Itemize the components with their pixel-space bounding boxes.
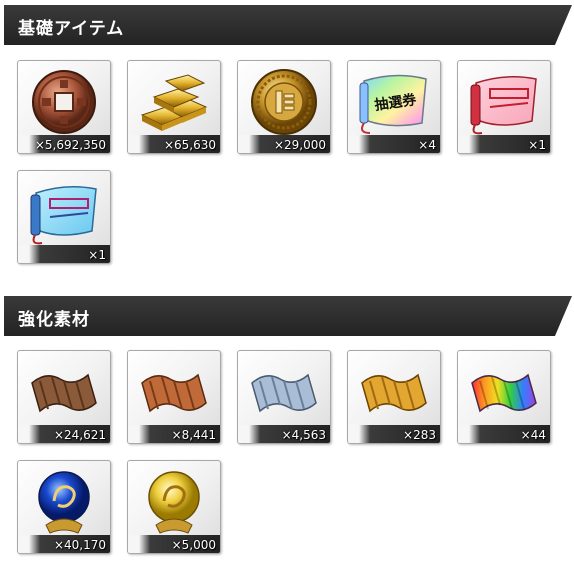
item-tile-rainbow-cloth[interactable]: ×44 — [457, 350, 551, 444]
item-quantity: ×24,621 — [53, 428, 106, 442]
item-quantity: ×5,692,350 — [34, 138, 106, 152]
item-quantity: ×5,000 — [171, 538, 216, 552]
item-tile-brown-cloth[interactable]: ×24,621 — [17, 350, 111, 444]
item-tile-gold-orb[interactable]: ×5,000 — [127, 460, 221, 554]
item-tile-coin[interactable]: ×5,692,350 — [17, 60, 111, 154]
section-title: 基礎アイテム — [18, 19, 125, 39]
gold-medal-icon — [251, 69, 317, 135]
red-scroll-icon — [470, 76, 537, 135]
item-quantity: ×4 — [418, 138, 436, 152]
item-quantity: ×65,630 — [163, 138, 216, 152]
item-quantity: ×4,563 — [281, 428, 326, 442]
item-tile-medal[interactable]: ×29,000 — [237, 60, 331, 154]
section-header-basic-items: 基礎アイテム — [4, 5, 572, 45]
item-tile-blue-orb[interactable]: ×40,170 — [17, 460, 111, 554]
item-tile-silver-cloth[interactable]: ×4,563 — [237, 350, 331, 444]
gold-bars-icon — [140, 74, 208, 131]
item-quantity: ×44 — [520, 428, 546, 442]
item-tile-copper-cloth[interactable]: ×8,441 — [127, 350, 221, 444]
item-tile-blue-scroll[interactable]: ×1 — [17, 170, 111, 264]
rainbow-cloth-icon — [471, 373, 537, 413]
item-tile-gold-cloth[interactable]: ×283 — [347, 350, 441, 444]
gold-dragon-orb-icon — [148, 471, 200, 534]
item-quantity: ×8,441 — [171, 428, 216, 442]
copper-cloth-icon — [141, 373, 207, 413]
section-header-enhancement-materials: 強化素材 — [4, 296, 572, 336]
bronze-coin-icon — [32, 70, 96, 134]
item-quantity: ×1 — [88, 248, 106, 262]
item-tile-lottery-ticket[interactable]: 抽選券 ×4 — [347, 60, 441, 154]
silver-cloth-icon — [251, 373, 317, 413]
item-quantity: ×283 — [403, 428, 436, 442]
item-quantity: ×29,000 — [273, 138, 326, 152]
lottery-ticket-icon: 抽選券 — [359, 74, 427, 134]
item-tile-red-scroll[interactable]: ×1 — [457, 60, 551, 154]
blue-dragon-orb-icon — [38, 471, 90, 534]
section-title: 強化素材 — [18, 310, 90, 330]
item-quantity: ×40,170 — [53, 538, 106, 552]
brown-cloth-icon — [31, 373, 97, 413]
gold-cloth-icon — [361, 373, 427, 413]
item-quantity: ×1 — [528, 138, 546, 152]
item-tile-gold-bars[interactable]: ×65,630 — [127, 60, 221, 154]
blue-scroll-icon — [30, 186, 97, 245]
